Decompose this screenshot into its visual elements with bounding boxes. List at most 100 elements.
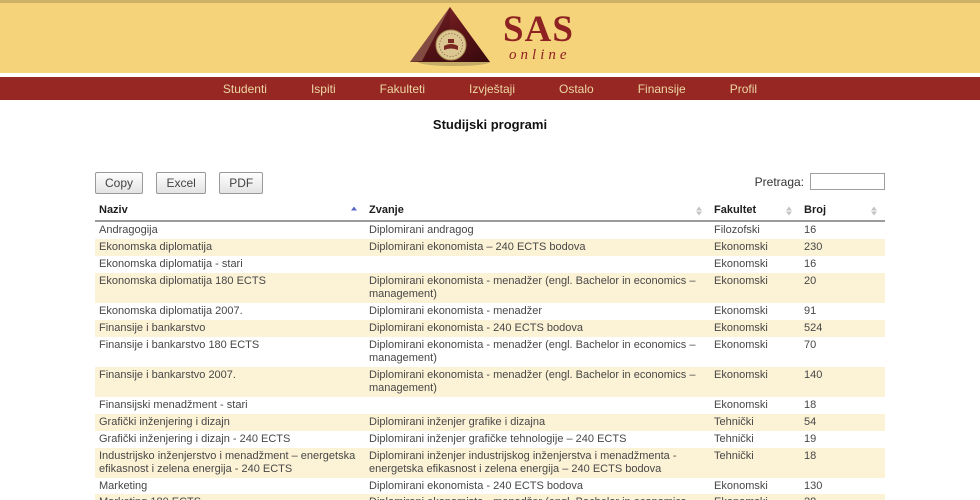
cell-broj: 230 xyxy=(800,239,885,256)
cell-naziv: Marketing xyxy=(95,478,365,495)
cell-naziv: Finansije i bankarstvo xyxy=(95,320,365,337)
sort-both-icon xyxy=(696,206,702,215)
cell-naziv: Marketing 180 ECTS xyxy=(95,494,365,500)
table-row: Finansije i bankarstvo 2007. Diplomirani… xyxy=(95,367,885,397)
cell-naziv: Ekonomska diplomatija 2007. xyxy=(95,303,365,320)
main-nav: Studenti Ispiti Fakulteti Izvještaji Ost… xyxy=(0,77,980,100)
cell-naziv: Finansije i bankarstvo 2007. xyxy=(95,367,365,397)
page-title: Studijski programi xyxy=(95,115,885,135)
app-subtitle: online xyxy=(509,47,574,64)
cell-naziv: Grafički inženjering i dizajn - 240 ECTS xyxy=(95,431,365,448)
search-container: Pretraga: xyxy=(755,173,885,190)
cell-zvanje: Diplomirani inženjer grafike i dizajna xyxy=(365,414,710,431)
nav-item-ispiti[interactable]: Ispiti xyxy=(289,77,358,100)
cell-fakultet: Tehnički xyxy=(710,448,800,478)
logo[interactable]: SAS online xyxy=(406,5,574,72)
cell-fakultet: Ekonomski xyxy=(710,337,800,367)
cell-broj: 16 xyxy=(800,221,885,239)
pdf-button[interactable]: PDF xyxy=(219,172,263,194)
column-label: Zvanje xyxy=(369,204,404,216)
main-content: Studijski programi Copy Excel PDF Pretra… xyxy=(95,115,885,500)
nav-item-izvjestaji[interactable]: Izvještaji xyxy=(447,77,537,100)
column-header-broj[interactable]: Broj xyxy=(800,201,885,221)
column-label: Naziv xyxy=(99,204,128,216)
cell-zvanje: Diplomirani andragog xyxy=(365,221,710,239)
cell-zvanje: Diplomirani ekonomista - menadžer (engl.… xyxy=(365,273,710,303)
cell-fakultet: Ekonomski xyxy=(710,256,800,273)
column-header-fakultet[interactable]: Fakultet xyxy=(710,201,800,221)
cell-broj: 130 xyxy=(800,478,885,495)
cell-fakultet: Ekonomski xyxy=(710,273,800,303)
nav-item-studenti[interactable]: Studenti xyxy=(201,77,289,100)
cell-fakultet: Ekonomski xyxy=(710,478,800,495)
table-row: Grafički inženjering i dizajn Diplomiran… xyxy=(95,414,885,431)
copy-button[interactable]: Copy xyxy=(95,172,143,194)
cell-broj: 91 xyxy=(800,303,885,320)
cell-fakultet: Ekonomski xyxy=(710,397,800,414)
table-header: Naziv Zvanje Fakultet Broj xyxy=(95,201,885,221)
cell-naziv: Ekonomska diplomatija - stari xyxy=(95,256,365,273)
table-row: Finansije i bankarstvo Diplomirani ekono… xyxy=(95,320,885,337)
export-buttons: Copy Excel PDF xyxy=(95,172,272,194)
nav-item-fakulteti[interactable]: Fakulteti xyxy=(358,77,447,100)
pyramid-logo-icon xyxy=(406,5,494,72)
cell-zvanje: Diplomirani inženjer industrijskog inžen… xyxy=(365,448,710,478)
table-toolbar: Copy Excel PDF Pretraga: xyxy=(95,172,885,198)
table-row: Grafički inženjering i dizajn - 240 ECTS… xyxy=(95,431,885,448)
column-label: Broj xyxy=(804,204,826,216)
cell-zvanje: Diplomirani ekonomista - menadžer (engl.… xyxy=(365,337,710,367)
cell-zvanje xyxy=(365,397,710,414)
cell-naziv: Finansijski menadžment - stari xyxy=(95,397,365,414)
cell-naziv: Industrijsko inženjerstvo i menadžment –… xyxy=(95,448,365,478)
cell-broj: 18 xyxy=(800,448,885,478)
column-label: Fakultet xyxy=(714,204,756,216)
app-title: SAS xyxy=(503,13,574,47)
cell-broj: 140 xyxy=(800,367,885,397)
table-row: Marketing 180 ECTS Diplomirani ekonomist… xyxy=(95,494,885,500)
programs-table: Naziv Zvanje Fakultet Broj Andragogija xyxy=(95,201,885,500)
cell-zvanje: Diplomirani ekonomista - menadžer xyxy=(365,303,710,320)
column-header-zvanje[interactable]: Zvanje xyxy=(365,201,710,221)
cell-broj: 70 xyxy=(800,337,885,367)
nav-item-ostalo[interactable]: Ostalo xyxy=(537,77,616,100)
cell-broj: 16 xyxy=(800,256,885,273)
excel-button[interactable]: Excel xyxy=(156,172,205,194)
sort-asc-icon xyxy=(351,206,357,215)
cell-broj: 524 xyxy=(800,320,885,337)
nav-item-profil[interactable]: Profil xyxy=(708,77,779,100)
cell-naziv: Ekonomska diplomatija 180 ECTS xyxy=(95,273,365,303)
cell-zvanje: Diplomirani ekonomista - menadžer (engl.… xyxy=(365,494,710,500)
cell-fakultet: Ekonomski xyxy=(710,239,800,256)
cell-naziv: Ekonomska diplomatija xyxy=(95,239,365,256)
cell-naziv: Grafički inženjering i dizajn xyxy=(95,414,365,431)
cell-fakultet: Filozofski xyxy=(710,221,800,239)
cell-fakultet: Ekonomski xyxy=(710,494,800,500)
cell-naziv: Finansije i bankarstvo 180 ECTS xyxy=(95,337,365,367)
cell-fakultet: Tehnički xyxy=(710,414,800,431)
nav-item-finansije[interactable]: Finansije xyxy=(616,77,708,100)
table-row: Ekonomska diplomatija Diplomirani ekonom… xyxy=(95,239,885,256)
table-row: Finansijski menadžment - stari Ekonomski… xyxy=(95,397,885,414)
cell-zvanje: Diplomirani ekonomista - 240 ECTS bodova xyxy=(365,320,710,337)
cell-zvanje: Diplomirani ekonomista - menadžer (engl.… xyxy=(365,367,710,397)
search-input[interactable] xyxy=(810,173,885,190)
table-row: Marketing Diplomirani ekonomista - 240 E… xyxy=(95,478,885,495)
cell-fakultet: Ekonomski xyxy=(710,320,800,337)
table-row: Ekonomska diplomatija 2007. Diplomirani … xyxy=(95,303,885,320)
cell-fakultet: Ekonomski xyxy=(710,303,800,320)
table-row: Industrijsko inženjerstvo i menadžment –… xyxy=(95,448,885,478)
column-header-naziv[interactable]: Naziv xyxy=(95,201,365,221)
search-label: Pretraga: xyxy=(755,175,804,189)
cell-fakultet: Ekonomski xyxy=(710,367,800,397)
cell-broj: 19 xyxy=(800,431,885,448)
cell-zvanje: Diplomirani ekonomista - 240 ECTS bodova xyxy=(365,478,710,495)
app-header: SAS online xyxy=(0,0,980,73)
cell-zvanje: Diplomirani inženjer grafičke tehnologij… xyxy=(365,431,710,448)
table-row: Andragogija Diplomirani andragog Filozof… xyxy=(95,221,885,239)
table-body: Andragogija Diplomirani andragog Filozof… xyxy=(95,221,885,500)
brand-text: SAS online xyxy=(503,13,574,64)
cell-naziv: Andragogija xyxy=(95,221,365,239)
cell-fakultet: Tehnički xyxy=(710,431,800,448)
cell-broj: 28 xyxy=(800,494,885,500)
table-row: Ekonomska diplomatija 180 ECTS Diplomira… xyxy=(95,273,885,303)
